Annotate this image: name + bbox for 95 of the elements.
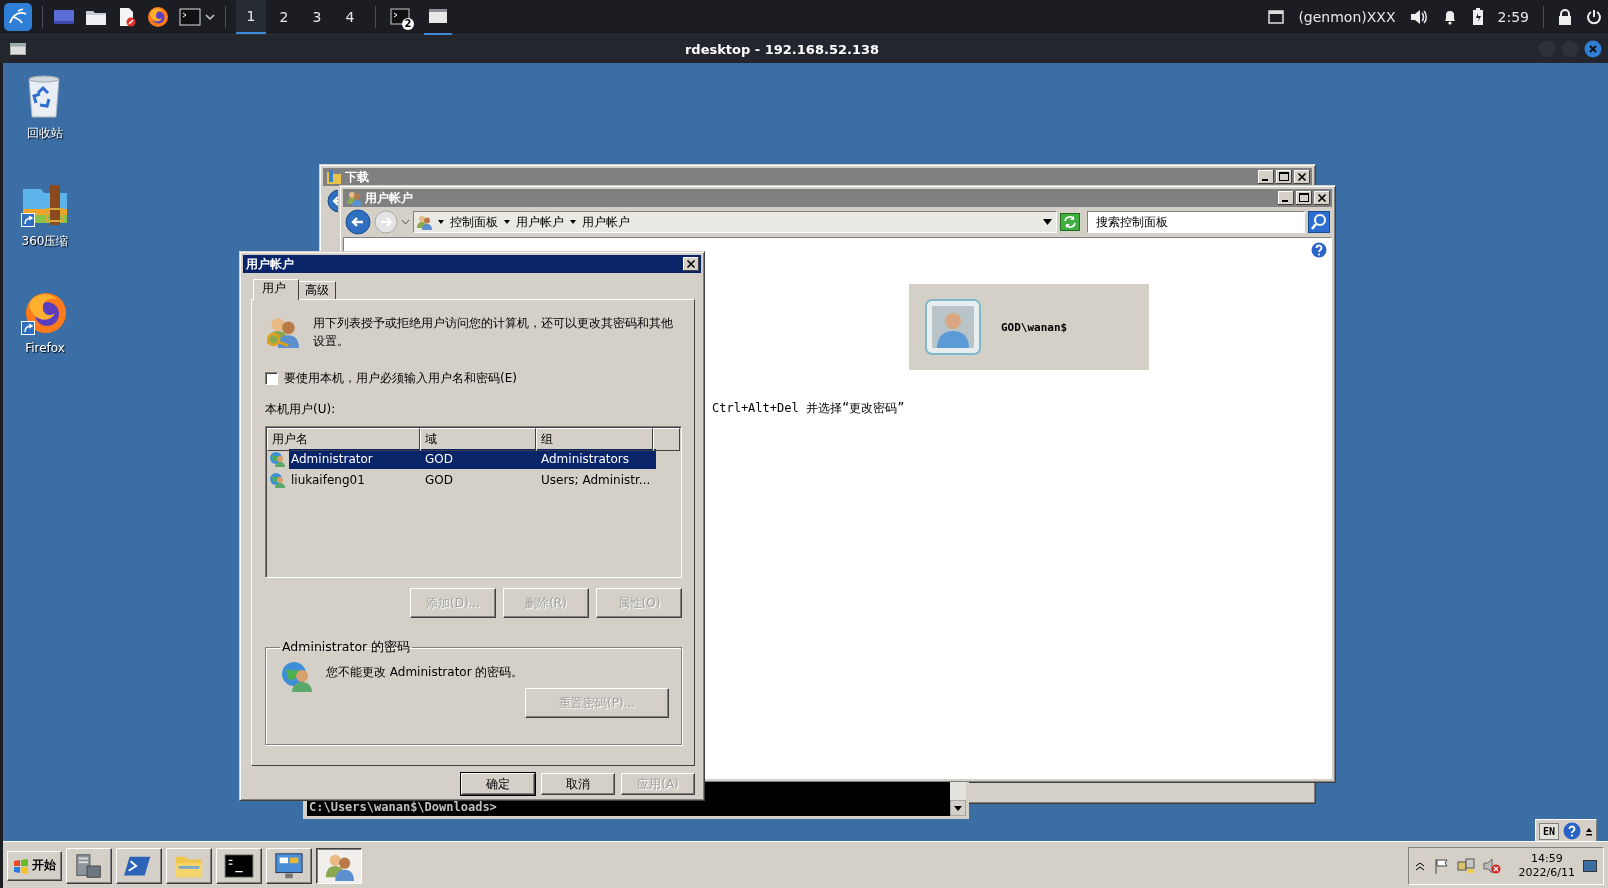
terminal-icon[interactable] xyxy=(179,8,201,26)
taskbar-button[interactable] xyxy=(316,847,362,884)
browser-icon[interactable] xyxy=(147,6,169,28)
scroll-down-button[interactable] xyxy=(950,800,966,816)
column-header xyxy=(653,428,680,451)
hint-text: Ctrl+Alt+Del 并选择“更改密码” xyxy=(712,400,906,417)
minimize-button[interactable] xyxy=(1258,170,1274,184)
table-row[interactable]: liukaifeng01 GOD Users; Administr... xyxy=(269,470,656,490)
dialog-button[interactable]: 取消 xyxy=(541,773,615,795)
clock: 2:59 xyxy=(1497,9,1529,25)
table-row[interactable]: Administrator GOD Administrators xyxy=(269,449,656,469)
icon-label: 回收站 xyxy=(27,125,63,142)
window-icon xyxy=(1268,10,1285,24)
network-icon[interactable] xyxy=(1456,857,1475,874)
dialog-button[interactable]: 确定 xyxy=(461,773,535,795)
screen-icon[interactable] xyxy=(53,8,75,26)
list-label: 本机用户(U): xyxy=(265,401,337,418)
column-header[interactable]: 组 xyxy=(536,428,653,451)
column-header[interactable]: 域 xyxy=(420,428,536,451)
monitor-icon xyxy=(274,850,304,881)
breadcrumb-item[interactable]: 控制面板 xyxy=(450,213,498,231)
caret-icon[interactable] xyxy=(205,12,215,22)
avatar-icon xyxy=(925,299,981,355)
window-title: 用户帐户 xyxy=(365,189,414,207)
window-icon xyxy=(10,43,26,55)
back-button[interactable] xyxy=(345,209,371,235)
clock-date: 2022/6/11 xyxy=(1518,865,1575,880)
show-desktop-icon[interactable] xyxy=(1583,859,1597,872)
maximize-button[interactable] xyxy=(1276,170,1292,184)
start-button[interactable]: 开始 xyxy=(7,850,62,881)
close-button[interactable] xyxy=(683,257,699,271)
column-header[interactable]: 用户名 xyxy=(267,428,420,451)
window-title: 下载 xyxy=(345,168,370,186)
window-title: rdesktop - 192.168.52.138 xyxy=(683,41,881,57)
tab[interactable]: 高级 xyxy=(298,281,336,299)
folder-icon xyxy=(326,169,342,185)
window-icon[interactable] xyxy=(428,8,448,24)
power-icon[interactable] xyxy=(1586,9,1602,25)
icon-label: 360压缩 xyxy=(21,233,69,250)
table-cell-text: Administrator xyxy=(290,452,374,466)
terminal-icon[interactable] xyxy=(390,8,410,26)
command-prompt: C:\Users\wanan$\Downloads> xyxy=(309,800,497,814)
monitor-text: (genmon)XXX xyxy=(1298,9,1396,25)
battery-icon[interactable] xyxy=(1471,8,1484,26)
windows-logo-icon xyxy=(13,857,29,874)
chevron-icon[interactable] xyxy=(1414,860,1425,871)
count-badge: 2 xyxy=(402,18,414,30)
tab[interactable]: 用户 xyxy=(253,279,299,300)
workspace-tab[interactable]: 1 xyxy=(236,0,266,34)
checkbox-label[interactable]: 要使用本机，用户必须输入用户名和密码(E) xyxy=(284,370,517,387)
maximize-button[interactable] xyxy=(1296,191,1312,205)
user-icon xyxy=(269,451,285,467)
user-icon xyxy=(269,472,285,488)
breadcrumb-item[interactable]: 用户帐户 xyxy=(582,213,630,231)
clock-time: 14:59 xyxy=(1530,851,1563,866)
chevron-icon xyxy=(503,218,511,226)
description-text: 用下列表授予或拒绝用户访问您的计算机，还可以更改其密码和其他设置。 xyxy=(313,315,674,350)
flag-icon[interactable] xyxy=(1432,857,1449,874)
search-field[interactable]: 搜索控制面板 xyxy=(1087,211,1305,233)
speaker-icon[interactable] xyxy=(1409,9,1428,25)
minimize-button[interactable] xyxy=(1278,191,1294,205)
back-button[interactable] xyxy=(327,189,338,213)
workspace-tab[interactable]: 2 xyxy=(269,0,299,34)
close-button[interactable] xyxy=(1294,170,1310,184)
group-title: Administrator 的密码 xyxy=(281,639,412,656)
users-icon xyxy=(346,190,362,206)
users-icon xyxy=(416,214,432,230)
help-icon[interactable] xyxy=(1311,242,1327,258)
help-icon[interactable] xyxy=(1563,822,1582,840)
document-icon[interactable] xyxy=(117,7,137,27)
table-cell-text: GOD xyxy=(424,473,454,487)
user-icon xyxy=(280,660,312,692)
language-indicator[interactable]: EN xyxy=(1539,822,1560,840)
checkbox[interactable] xyxy=(265,372,278,385)
caret-icon[interactable] xyxy=(1043,218,1052,226)
address-bar[interactable]: 控制面板 用户帐户 用户帐户 xyxy=(413,211,1057,233)
table-cell-text: GOD xyxy=(424,452,454,466)
workspace-tab[interactable]: 3 xyxy=(302,0,332,34)
lock-icon[interactable] xyxy=(1558,9,1572,25)
workspace-tab[interactable]: 4 xyxy=(335,0,365,34)
window-title: 用户帐户 xyxy=(246,255,295,273)
search-button[interactable] xyxy=(1308,211,1330,233)
refresh-button[interactable] xyxy=(1060,213,1080,231)
close-button[interactable] xyxy=(1314,191,1330,205)
chevron-icon xyxy=(569,218,577,226)
app-menu-icon[interactable] xyxy=(4,3,32,31)
chevron-icon xyxy=(437,218,445,226)
folder-icon[interactable] xyxy=(85,8,107,26)
table-cell-text: Administrators xyxy=(540,452,631,466)
user-name: GOD\wanan$ xyxy=(1001,320,1068,334)
icon-label: Firefox xyxy=(25,341,65,355)
breadcrumb-item[interactable]: 用户帐户 xyxy=(516,213,564,231)
message-text: 您不能更改 Administrator 的密码。 xyxy=(326,664,524,681)
table-cell-text: liukaifeng01 xyxy=(290,473,366,487)
table-cell-text: Users; Administr... xyxy=(540,473,652,487)
